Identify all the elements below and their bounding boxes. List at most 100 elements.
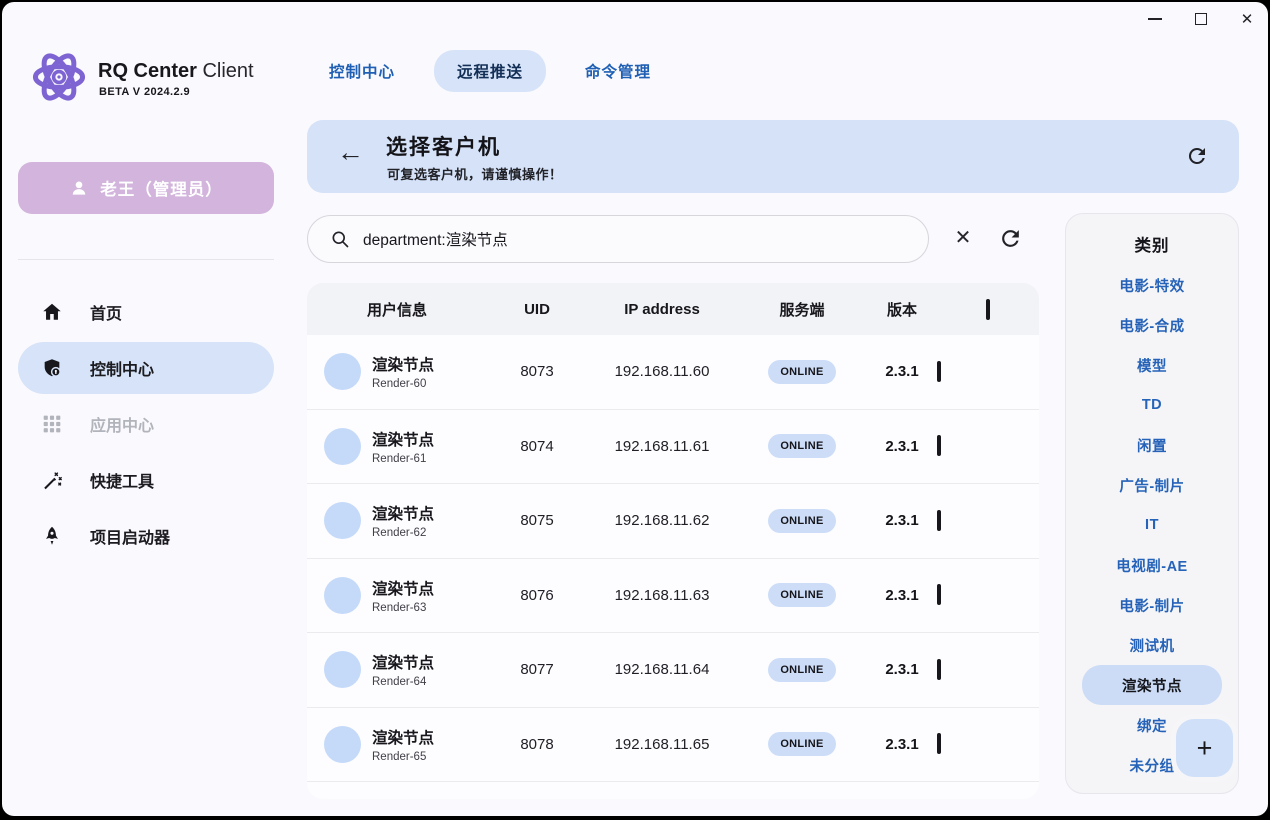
- avatar: [324, 726, 361, 763]
- sidebar-item-label: 项目启动器: [90, 524, 170, 548]
- sidebar-item-project-launcher[interactable]: 项目启动器: [18, 510, 274, 562]
- top-tab[interactable]: 远程推送: [434, 50, 546, 92]
- client-hostname: Render-62: [372, 527, 434, 539]
- home-icon: [40, 300, 64, 324]
- banner-title: 选择客户机: [386, 131, 501, 161]
- category-list: 电影-特效电影-合成模型TD闲置广告-制片IT电视剧-AE电影-制片测试机渲染节…: [1066, 265, 1238, 785]
- client-version: 2.3.1: [867, 736, 937, 753]
- client-version: 2.3.1: [867, 363, 937, 380]
- category-item[interactable]: 电影-制片: [1082, 585, 1222, 625]
- app-logo-atom-icon: [30, 48, 88, 111]
- back-arrow-icon[interactable]: ←: [337, 134, 364, 172]
- app-title: RQ Center Client: [98, 60, 254, 83]
- sidebar-item-label: 首页: [90, 300, 122, 324]
- user-badge[interactable]: 老王（管理员）: [18, 162, 274, 214]
- avatar: [324, 502, 361, 539]
- search-bar[interactable]: [307, 215, 929, 263]
- table-row[interactable]: 渲染节点 Render-64 8077 192.168.11.64 ONLINE…: [307, 633, 1039, 708]
- table-body: 渲染节点 Render-60 8073 192.168.11.60 ONLINE…: [307, 335, 1039, 782]
- search-icon: [330, 229, 350, 249]
- category-item[interactable]: IT: [1082, 505, 1222, 545]
- client-hostname: Render-60: [372, 378, 434, 390]
- column-header-server: 服务端: [737, 299, 867, 320]
- sidebar-item-label: 控制中心: [90, 356, 154, 380]
- client-hostname: Render-64: [372, 676, 434, 688]
- user-icon: [69, 178, 89, 198]
- client-ip: 192.168.11.60: [587, 363, 737, 380]
- row-checkbox[interactable]: [937, 584, 941, 605]
- client-name: 渲染节点: [372, 577, 434, 599]
- client-uid: 8075: [487, 512, 587, 529]
- row-checkbox[interactable]: [937, 361, 941, 382]
- column-header-uid: UID: [487, 301, 587, 318]
- search-input[interactable]: [363, 230, 883, 248]
- client-ip: 192.168.11.63: [587, 587, 737, 604]
- app-title-suffix: Client: [197, 60, 254, 82]
- column-header-ip: IP address: [587, 301, 737, 318]
- sidebar-item-app-center[interactable]: 应用中心: [18, 398, 274, 450]
- table-row[interactable]: 渲染节点 Render-60 8073 192.168.11.60 ONLINE…: [307, 335, 1039, 410]
- category-item[interactable]: 电影-合成: [1082, 305, 1222, 345]
- status-badge: ONLINE: [768, 509, 835, 533]
- category-item[interactable]: 渲染节点: [1082, 665, 1222, 705]
- client-ip: 192.168.11.62: [587, 512, 737, 529]
- table-row[interactable]: 渲染节点 Render-63 8076 192.168.11.63 ONLINE…: [307, 559, 1039, 634]
- status-badge: ONLINE: [768, 732, 835, 756]
- client-hostname: Render-61: [372, 453, 434, 465]
- row-checkbox[interactable]: [937, 733, 941, 754]
- minimize-icon[interactable]: [1140, 6, 1170, 32]
- sidebar-item-home[interactable]: 首页: [18, 286, 274, 338]
- client-uid: 8077: [487, 661, 587, 678]
- window-controls: ✕: [1140, 6, 1262, 32]
- clear-search-icon[interactable]: ✕: [949, 223, 977, 253]
- client-name: 渲染节点: [372, 428, 434, 450]
- status-badge: ONLINE: [768, 583, 835, 607]
- category-item[interactable]: TD: [1082, 385, 1222, 425]
- client-name: 渲染节点: [372, 726, 434, 748]
- close-icon[interactable]: ✕: [1232, 6, 1262, 32]
- add-category-button[interactable]: +: [1176, 719, 1233, 777]
- client-version: 2.3.1: [867, 587, 937, 604]
- app-version: BETA V 2024.2.9: [99, 86, 190, 98]
- client-uid: 8078: [487, 736, 587, 753]
- row-checkbox[interactable]: [937, 510, 941, 531]
- category-item[interactable]: 电影-特效: [1082, 265, 1222, 305]
- table-row[interactable]: 渲染节点 Render-65 8078 192.168.11.65 ONLINE…: [307, 708, 1039, 783]
- client-table: 用户信息 UID IP address 服务端 版本 渲染节点 Render-6…: [307, 283, 1039, 799]
- category-item[interactable]: 测试机: [1082, 625, 1222, 665]
- table-header: 用户信息 UID IP address 服务端 版本: [307, 283, 1039, 335]
- select-all-checkbox[interactable]: [986, 299, 990, 320]
- shield-lock-icon: [40, 356, 64, 380]
- category-item[interactable]: 模型: [1082, 345, 1222, 385]
- category-item[interactable]: 电视剧-AE: [1082, 545, 1222, 585]
- sidebar-nav: 首页 控制中心: [18, 286, 274, 566]
- avatar: [324, 353, 361, 390]
- row-checkbox[interactable]: [937, 435, 941, 456]
- avatar: [324, 577, 361, 614]
- banner-subtitle: 可复选客户机，请谨慎操作！: [387, 164, 563, 183]
- maximize-icon[interactable]: [1186, 6, 1216, 32]
- table-row[interactable]: 渲染节点 Render-62 8075 192.168.11.62 ONLINE…: [307, 484, 1039, 559]
- sidebar-item-label: 应用中心: [90, 412, 154, 436]
- top-tab[interactable]: 控制中心: [329, 60, 395, 82]
- sidebar-item-label: 快捷工具: [90, 468, 154, 492]
- refresh-icon[interactable]: [1185, 144, 1209, 168]
- app-title-main: RQ Center: [98, 60, 197, 82]
- sidebar-item-quick-tools[interactable]: 快捷工具: [18, 454, 274, 506]
- category-item[interactable]: 广告-制片: [1082, 465, 1222, 505]
- table-row[interactable]: 渲染节点 Render-61 8074 192.168.11.61 ONLINE…: [307, 410, 1039, 485]
- user-badge-label: 老王（管理员）: [100, 176, 223, 200]
- top-tab[interactable]: 命令管理: [585, 60, 651, 82]
- client-name: 渲染节点: [372, 651, 434, 673]
- category-item[interactable]: 闲置: [1082, 425, 1222, 465]
- sidebar-item-control-center[interactable]: 控制中心: [18, 342, 274, 394]
- column-header-version: 版本: [867, 299, 937, 320]
- client-version: 2.3.1: [867, 512, 937, 529]
- client-ip: 192.168.11.61: [587, 438, 737, 455]
- top-tabs: 控制中心 远程推送 命令管理: [329, 51, 651, 91]
- client-version: 2.3.1: [867, 438, 937, 455]
- avatar: [324, 428, 361, 465]
- row-checkbox[interactable]: [937, 659, 941, 680]
- search-refresh-icon[interactable]: [998, 226, 1023, 251]
- status-badge: ONLINE: [768, 360, 835, 384]
